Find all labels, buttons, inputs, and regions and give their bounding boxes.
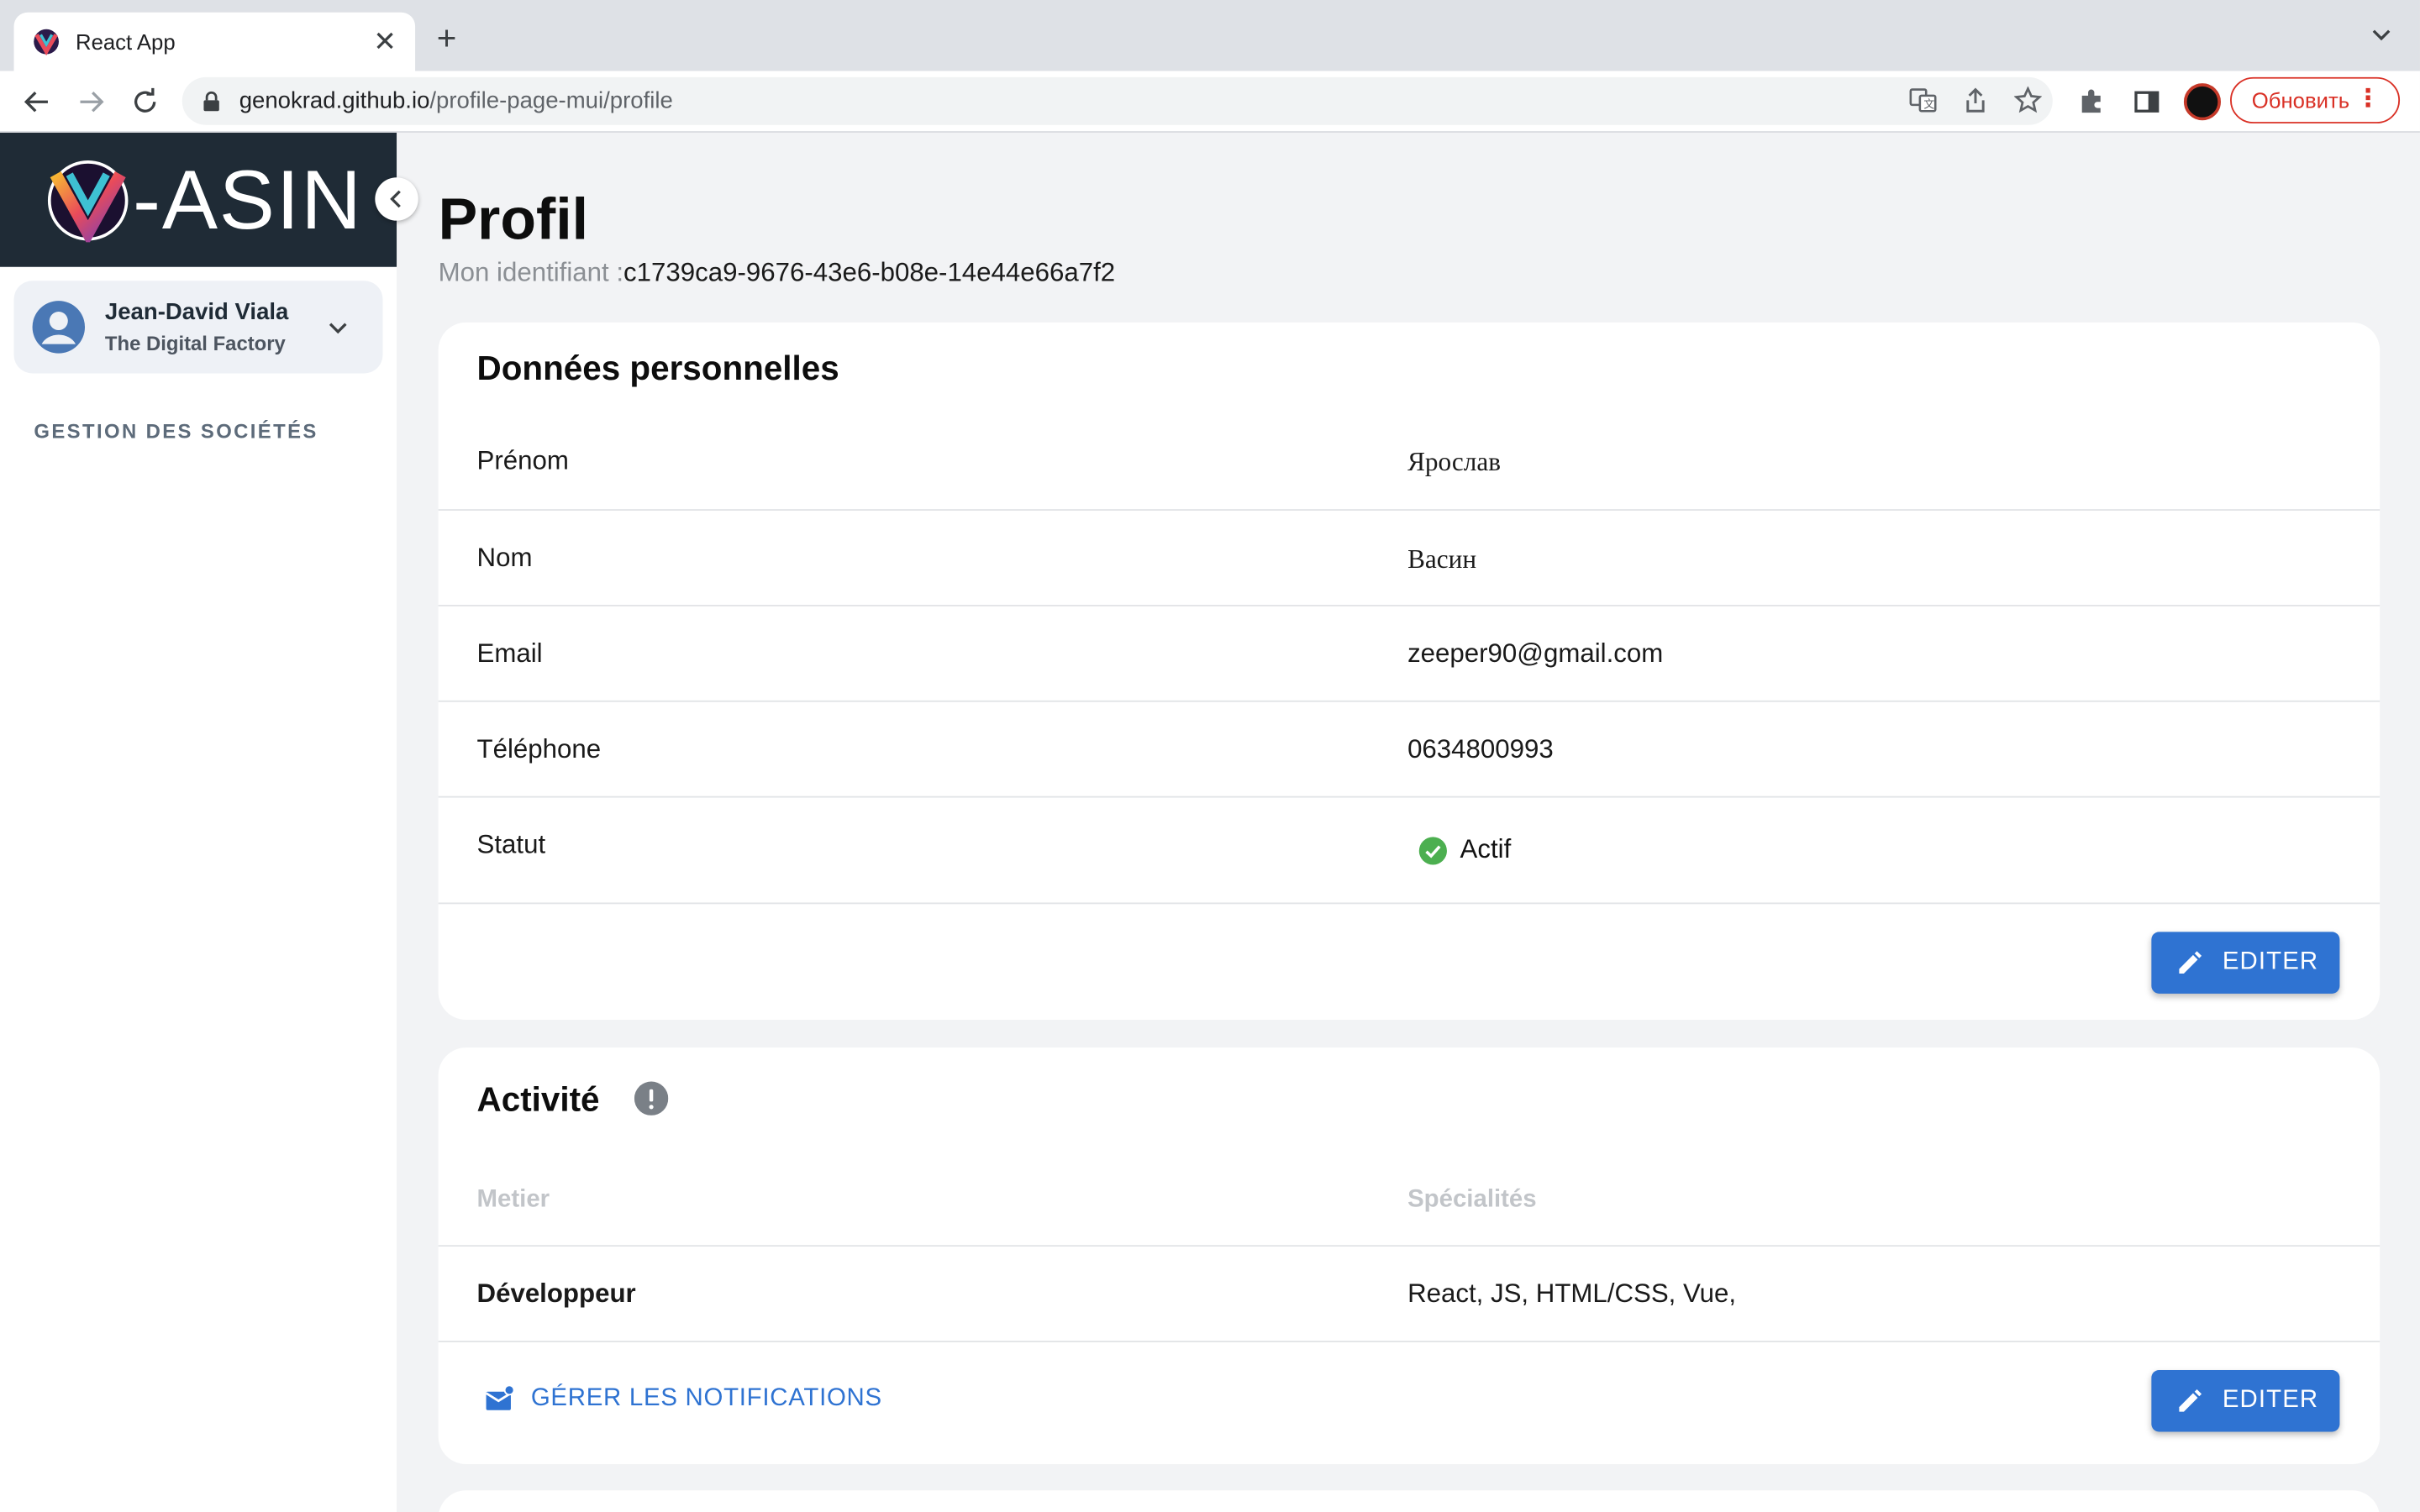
column-header-specialites: Spécialités [1407,1186,1537,1213]
metier-value: Développeur [476,1278,636,1309]
status-value: Actif [1460,834,1512,864]
share-icon[interactable] [1960,85,1991,116]
firstname-label: Prénom [476,445,569,475]
user-menu-card[interactable]: Jean-David Viala The Digital Factory [13,281,383,374]
table-row: Nom Васин [438,511,2381,606]
lastname-value: Васин [1407,544,1477,575]
email-value: zeeper90@gmail.com [1407,638,1664,669]
pencil-icon [2179,1389,2202,1412]
table-row: Développeur React, JS, HTML/CSS, Vue, [438,1247,2381,1342]
firstname-value: Ярослав [1407,447,1501,477]
specialites-value: React, JS, HTML/CSS, Vue, [1407,1278,1737,1309]
react-app-favicon [34,29,59,56]
activity-card: Activité Metier Spécialités Développeur … [438,1047,2381,1465]
update-label: Обновить [2251,87,2350,113]
profile-avatar-icon[interactable] [2183,83,2222,121]
close-tab-icon[interactable]: ✕ [373,28,397,55]
chevron-left-icon [390,190,401,208]
collapse-sidebar-button[interactable] [375,177,418,221]
brand-logo-icon [47,160,129,242]
edit-personal-label: EDITER [2222,948,2319,975]
check-circle-icon [1418,836,1447,864]
user-company: The Digital Factory [104,331,286,355]
back-arrow-icon[interactable] [18,83,55,120]
identifier-value: c1739ca9-9676-43e6-b08e-14e44e66a7f2 [623,257,1116,287]
lock-icon [203,90,219,111]
user-avatar-icon [32,301,86,354]
edit-activity-button[interactable]: EDITER [2151,1369,2340,1432]
personal-data-title: Données personnelles [476,349,839,388]
status-label: Statut [476,830,546,860]
page-title: Profil [438,188,589,254]
tab-title: React App [75,29,176,55]
more-menu-icon[interactable]: ⋮ [2356,87,2381,113]
table-row: Téléphone 0634800993 [438,702,2381,798]
next-card [438,1490,2381,1512]
sidebar-section-companies[interactable]: GESTION DES SOCIÉTÉS [34,420,318,444]
phone-value: 0634800993 [1407,734,1554,764]
extensions-puzzle-icon[interactable] [2073,83,2110,120]
side-panel-icon[interactable] [2128,83,2165,120]
url-path: /profile-page-mui/profile [429,87,673,114]
brand-header: -ASIN [0,132,397,267]
identifier-label: Mon identifiant : [438,257,624,287]
column-header-metier: Metier [476,1186,550,1213]
translate-icon[interactable]: 文 [1907,85,1939,116]
identifier-line: Mon identifiant :c1739ca9-9676-43e6-b08e… [439,258,1116,289]
update-button[interactable]: Обновить ⋮ [2230,76,2401,123]
phone-label: Téléphone [476,734,602,764]
activity-title: Activité [476,1079,600,1119]
manage-notifications-link[interactable]: GÉRER LES NOTIFICATIONS [485,1384,882,1415]
table-row: Statut Actif [438,798,2381,905]
chevron-down-icon[interactable] [324,313,352,341]
url-host: genokrad.github.io [239,87,430,114]
lastname-label: Nom [476,543,533,573]
browser-tab-bar: React App ✕ + [0,0,2420,71]
chevron-down-icon[interactable] [2370,24,2392,46]
table-row: Email zeeper90@gmail.com [438,606,2381,702]
forward-arrow-icon[interactable] [72,83,109,120]
edit-activity-label: EDITER [2222,1387,2319,1414]
sidebar: -ASIN Jean-David Viala The Digital Facto… [0,132,418,1512]
info-icon[interactable] [634,1081,669,1116]
reload-icon[interactable] [127,83,164,120]
mail-notification-icon [485,1384,515,1410]
new-tab-icon[interactable]: + [437,21,457,55]
browser-toolbar: genokrad.github.io/profile-page-mui/prof… [0,71,2420,133]
personal-data-card: Données personnelles Prénom Ярослав Nom … [438,322,2381,1021]
manage-notifications-label: GÉRER LES NOTIFICATIONS [530,1385,882,1412]
email-label: Email [476,638,543,669]
pencil-icon [2179,951,2202,974]
address-bar[interactable]: genokrad.github.io/profile-page-mui/prof… [182,76,2053,125]
brand-text: -ASIN [132,153,363,246]
table-row: Prénom Ярослав [438,413,2381,511]
edit-personal-button[interactable]: EDITER [2151,932,2340,994]
user-name: Jean-David Viala [104,299,289,326]
svg-text:文: 文 [1923,99,1934,112]
browser-tab[interactable]: React App ✕ [13,12,416,71]
bookmark-star-icon[interactable] [2012,85,2044,116]
status-badge: Actif [1418,835,1511,866]
